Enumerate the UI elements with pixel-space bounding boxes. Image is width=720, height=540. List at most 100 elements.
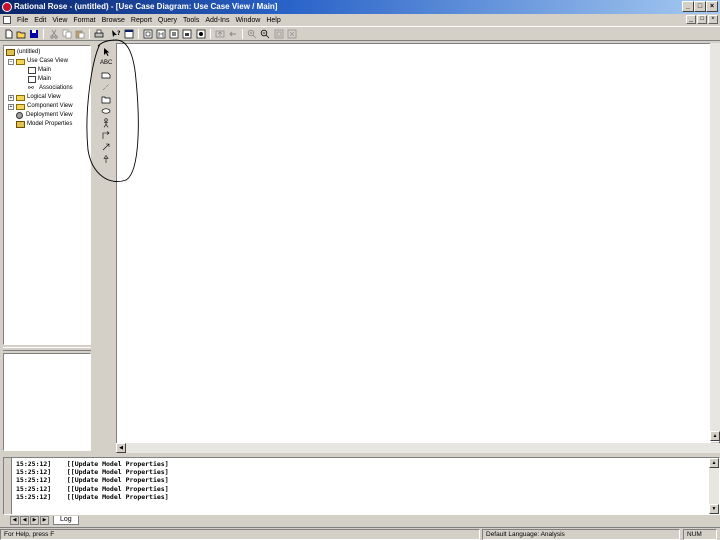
tree-item-root[interactable]: (untitled) [6,48,40,57]
log-window-gripper[interactable] [4,458,12,514]
selection-tool-icon[interactable] [100,47,111,57]
browse-component-diagram-icon[interactable] [169,29,179,39]
tree-item-use-case-view[interactable]: − Use Case View [8,57,68,66]
context-help-icon[interactable]: ? [111,29,121,39]
tree-item-label: (untitled) [17,49,41,55]
canvas-vertical-scrollbar[interactable]: ▲ ▼ [710,43,720,453]
use-case-diagram-icon [28,76,36,83]
scroll-up-icon[interactable]: ▲ [709,458,719,468]
tree-item-main-diagram[interactable]: Main [28,75,51,84]
expand-icon[interactable]: + [8,103,14,110]
maximize-button[interactable]: □ [694,1,706,12]
text-box-tool-icon[interactable]: ABC [100,58,112,68]
print-icon[interactable] [94,29,104,39]
browse-parent-icon[interactable] [215,29,225,39]
menu-add-ins[interactable]: Add-Ins [202,15,232,26]
menu-view[interactable]: View [49,15,70,26]
documentation-pane[interactable] [3,353,91,451]
use-case-diagram-canvas[interactable] [116,43,720,453]
tree-item-label: Main [38,76,52,82]
svg-text:?: ? [117,30,121,37]
paste-icon[interactable] [75,29,85,39]
cut-icon[interactable] [49,29,59,39]
tab-log[interactable]: Log [53,515,79,525]
status-bar: For Help, press F Default Language: Anal… [0,527,720,540]
menu-help[interactable]: Help [263,15,283,26]
close-button[interactable]: × [706,1,718,12]
child-restore-button[interactable]: □ [697,15,707,24]
zoom-in-icon[interactable] [247,29,257,39]
status-help-text: For Help, press F [0,529,480,540]
child-close-button[interactable]: × [708,15,718,24]
scroll-down-icon[interactable]: ▼ [709,504,719,514]
menu-query[interactable]: Query [155,15,180,26]
actor-tool-icon[interactable] [100,118,111,128]
tree-item-main-diagram[interactable]: Main [28,66,51,75]
last-tab-icon[interactable]: ▶ [40,515,49,525]
log-vertical-scrollbar[interactable]: ▲ ▼ [709,458,719,514]
tree-item-deployment-view[interactable]: Deployment View [16,111,73,120]
menu-window[interactable]: Window [232,15,263,26]
log-window[interactable]: 15:25:12] [[Update Model Properties] 15:… [3,457,720,515]
tree-item-model-properties[interactable]: Model Properties [16,120,72,129]
minimize-button[interactable]: _ [682,1,694,12]
deployment-icon [16,112,23,119]
collapse-icon[interactable]: − [8,58,14,65]
menu-bar: File Edit View Format Browse Report Quer… [0,14,720,26]
child-minimize-button[interactable]: _ [686,15,696,24]
dependency-tool-icon[interactable] [100,142,111,152]
associations-icon: ⚯ [28,85,34,92]
unidirectional-association-tool-icon[interactable] [100,130,111,140]
zoom-out-icon[interactable] [260,29,270,39]
log-line: 15:25:12] [[Update Model Properties] [16,468,169,476]
browse-class-diagram-icon[interactable] [143,29,153,39]
rational-rose-app-icon[interactable] [2,2,12,12]
view-doc-icon[interactable] [124,29,134,39]
copy-icon[interactable] [62,29,72,39]
save-icon[interactable] [29,29,39,39]
undo-fit-icon[interactable] [287,29,297,39]
menu-format[interactable]: Format [70,15,98,26]
scroll-up-icon[interactable]: ▲ [710,431,720,441]
tree-item-label: Use Case View [27,58,68,64]
log-tab-strip: ◀ ◀ ▶ ▶ Log [10,515,310,525]
use-case-diagram-icon [28,67,36,74]
new-icon[interactable] [4,29,14,39]
anchor-note-tool-icon[interactable] [100,82,111,92]
log-line: 15:25:12] [[Update Model Properties] [16,485,169,493]
browser-tree[interactable]: (untitled) − Use Case View Main Main ⚯ A… [3,45,91,345]
browse-previous-icon[interactable] [228,29,238,39]
first-tab-icon[interactable]: ◀ [10,515,19,525]
title-bar[interactable]: Rational Rose - (untitled) - [Use Case D… [0,0,720,14]
folder-icon [16,58,25,65]
menu-edit[interactable]: Edit [31,15,49,26]
log-line: 15:25:12] [[Update Model Properties] [16,476,169,484]
expand-icon[interactable]: + [8,94,14,101]
use-case-tool-icon[interactable] [100,106,111,116]
open-icon[interactable] [16,29,26,39]
next-tab-icon[interactable]: ▶ [30,515,39,525]
canvas-horizontal-scrollbar[interactable]: ◀ [116,443,720,453]
tree-item-associations[interactable]: ⚯ Associations [28,84,73,93]
document-window-icon[interactable] [3,16,11,24]
log-line: 15:25:12] [[Update Model Properties] [16,460,169,468]
menu-report[interactable]: Report [128,15,155,26]
tree-item-label: Logical View [27,94,61,100]
diagram-toolbox: ABC [97,43,114,453]
browser-splitter[interactable] [3,347,91,351]
menu-tools[interactable]: Tools [180,15,202,26]
browse-state-diagram-icon[interactable] [196,29,206,39]
standard-toolbar: ? [0,26,720,41]
browse-interaction-diagram-icon[interactable] [156,29,166,39]
previous-tab-icon[interactable]: ◀ [20,515,29,525]
menu-file[interactable]: File [14,15,31,26]
fit-in-window-icon[interactable] [274,29,284,39]
tree-item-component-view[interactable]: + Component View [8,102,73,111]
note-tool-icon[interactable] [100,70,111,80]
tree-item-logical-view[interactable]: + Logical View [8,93,61,102]
package-tool-icon[interactable] [100,94,111,104]
menu-browse[interactable]: Browse [99,15,128,26]
browse-deployment-diagram-icon[interactable] [182,29,192,39]
scroll-left-icon[interactable]: ◀ [116,443,126,453]
generalization-tool-icon[interactable] [100,154,111,164]
